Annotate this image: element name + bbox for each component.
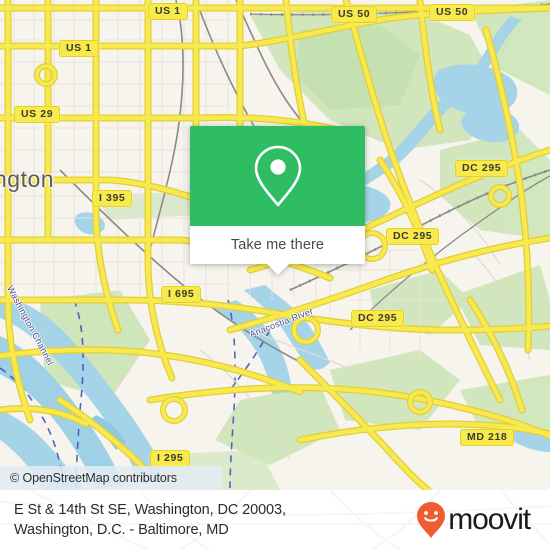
shield-dc-295-upper: DC 295 — [455, 160, 509, 177]
moovit-smiley-pin-icon — [417, 502, 446, 538]
footer-bar: E St & 14th St SE, Washington, DC 20003,… — [0, 490, 550, 550]
footer-address-line-2: Washington, D.C. - Baltimore, MD — [14, 522, 229, 538]
popup-card-tail — [266, 264, 289, 275]
shield-us-50-left: US 50 — [331, 6, 378, 23]
shield-i-695: I 695 — [161, 286, 202, 303]
shield-us-1-left: US 1 — [59, 40, 99, 57]
location-popup-card[interactable]: Take me there — [190, 126, 365, 275]
shield-i-295: I 295 — [150, 450, 191, 467]
map-pin-icon — [254, 145, 301, 207]
footer-content: E St & 14th St SE, Washington, DC 20003,… — [0, 490, 550, 550]
take-me-there-label: Take me there — [230, 237, 325, 253]
moovit-wordmark: moovit — [448, 503, 531, 536]
shield-dc-295-mid: DC 295 — [386, 228, 440, 245]
shield-us-29: US 29 — [14, 106, 61, 123]
shield-dc-295-lower: DC 295 — [351, 310, 405, 327]
map-canvas[interactable]: Washington Channel Anacostia River ngton… — [0, 0, 550, 490]
shield-us-50-right: US 50 — [429, 4, 476, 21]
osm-attribution-bar[interactable]: © OpenStreetMap contributors — [0, 466, 222, 490]
moovit-brand-logo[interactable]: moovit — [416, 501, 536, 539]
shield-us-1-top: US 1 — [148, 3, 188, 20]
shield-i-395: I 395 — [92, 190, 133, 207]
osm-attribution-text: © OpenStreetMap contributors — [10, 471, 177, 485]
shield-md-218: MD 218 — [460, 429, 515, 446]
take-me-there-button[interactable]: Take me there — [190, 226, 365, 264]
moovit-map-screenshot: Washington Channel Anacostia River ngton… — [0, 0, 550, 550]
footer-address-block: E St & 14th St SE, Washington, DC 20003,… — [14, 500, 286, 540]
footer-address-line-1: E St & 14th St SE, Washington, DC 20003, — [14, 502, 286, 518]
popup-card-header — [190, 126, 365, 226]
